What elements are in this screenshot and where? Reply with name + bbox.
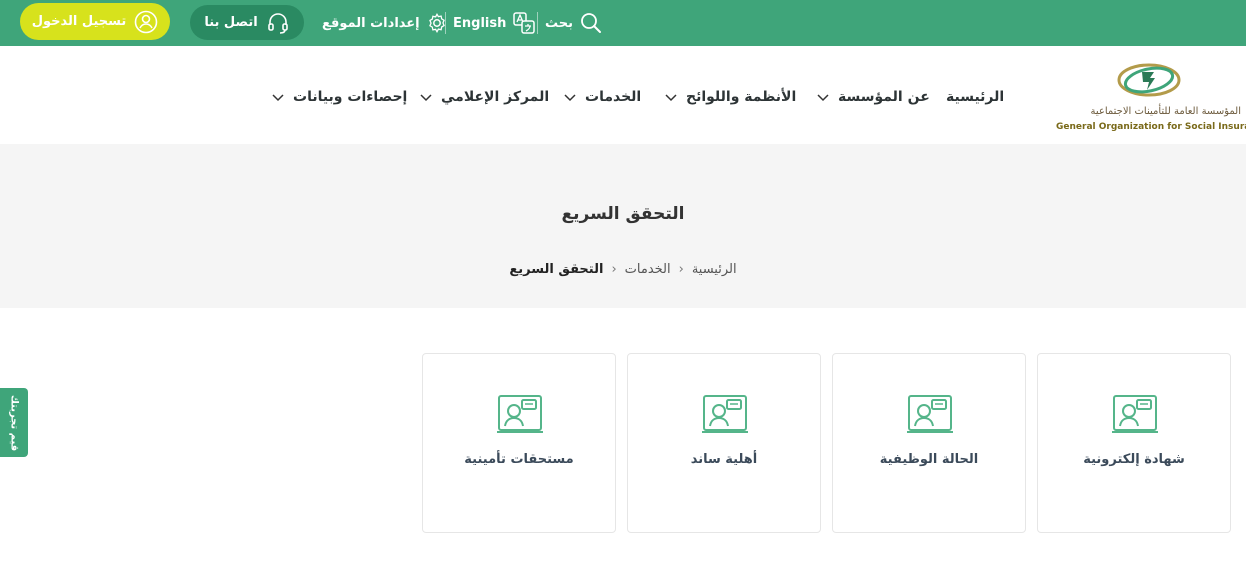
- card-label: الحالة الوظيفية: [879, 452, 979, 467]
- search-label: بحث: [545, 15, 574, 31]
- chevron-down-icon: [817, 94, 829, 102]
- breadcrumb-services[interactable]: الخدمات: [625, 262, 671, 277]
- service-card-employment-status[interactable]: الحالة الوظيفية: [832, 353, 1026, 533]
- nav-item-home[interactable]: الرئيسية: [946, 87, 1004, 107]
- nav-label: الأنظمة واللوائح: [686, 89, 797, 105]
- topbar-divider: [537, 12, 538, 34]
- customer-support-icon: [1112, 395, 1158, 433]
- chevron-down-icon: [665, 94, 677, 102]
- top-bar: تسجيل الدخول اتصل بنا إعدادات الموقع Eng…: [0, 0, 1246, 46]
- language-switch[interactable]: English: [453, 9, 536, 37]
- headset-icon: [267, 12, 288, 34]
- customer-support-icon: [702, 395, 748, 433]
- contact-label: اتصل بنا: [204, 15, 258, 30]
- contact-button[interactable]: اتصل بنا: [190, 5, 304, 40]
- search-link[interactable]: بحث: [545, 9, 603, 37]
- login-label: تسجيل الدخول: [31, 14, 127, 29]
- logo-emblem-icon: [1117, 63, 1181, 97]
- chevron-down-icon: [420, 94, 432, 102]
- breadcrumb: الرئيسية ‹ الخدمات ‹ التحقق السريع: [0, 262, 1246, 277]
- settings-label: إعدادات الموقع: [322, 15, 420, 31]
- feedback-tab[interactable]: قيم تجربتك: [0, 388, 28, 457]
- search-icon: [581, 13, 602, 33]
- logo-english-text: General Organization for Social Insuranc…: [1056, 122, 1246, 132]
- nav-label: المركز الإعلامي: [441, 89, 550, 105]
- site-settings-link[interactable]: إعدادات الموقع: [322, 9, 448, 37]
- nav-label: عن المؤسسة: [838, 89, 930, 105]
- card-label: مستحقات تأمينية: [464, 452, 574, 467]
- customer-support-icon: [907, 395, 953, 433]
- nav-label: الرئيسية: [946, 89, 1005, 105]
- page-header: التحقق السريع الرئيسية ‹ الخدمات ‹ التحق…: [0, 144, 1246, 308]
- chevron-down-icon: [272, 94, 284, 102]
- feedback-label: قيم تجربتك: [8, 394, 20, 451]
- translate-icon: [513, 12, 536, 34]
- main-navigation: إحصاءات وبيانات المركز الإعلامي الخدمات …: [0, 46, 1246, 144]
- login-button[interactable]: تسجيل الدخول: [20, 3, 170, 40]
- gosi-logo[interactable]: المؤسسة العامة للتأمينات الاجتماعية Gene…: [1050, 56, 1246, 136]
- nav-item-media-center[interactable]: المركز الإعلامي: [419, 87, 549, 107]
- chevron-left-icon: ‹: [611, 262, 617, 277]
- nav-item-statistics[interactable]: إحصاءات وبيانات: [271, 87, 407, 107]
- page-title: التحقق السريع: [561, 204, 685, 224]
- service-card-e-certificate[interactable]: شهادة إلكترونية: [1037, 353, 1231, 533]
- card-label: شهادة إلكترونية: [1083, 452, 1185, 467]
- card-label: أهلية ساند: [690, 452, 758, 467]
- nav-label: إحصاءات وبيانات: [293, 89, 408, 105]
- nav-label: الخدمات: [585, 89, 642, 105]
- service-card-insurance-dues[interactable]: مستحقات تأمينية: [422, 353, 616, 533]
- topbar-divider: [445, 12, 446, 34]
- nav-item-about[interactable]: عن المؤسسة: [816, 87, 930, 107]
- breadcrumb-current: التحقق السريع: [509, 262, 604, 277]
- nav-item-regulations[interactable]: الأنظمة واللوائح: [664, 87, 796, 107]
- breadcrumb-home[interactable]: الرئيسية: [692, 262, 737, 277]
- nav-item-services[interactable]: الخدمات: [563, 87, 641, 107]
- service-card-saned-eligibility[interactable]: أهلية ساند: [627, 353, 821, 533]
- chevron-down-icon: [564, 94, 576, 102]
- chevron-left-icon: ‹: [678, 262, 684, 277]
- customer-support-icon: [497, 395, 543, 433]
- user-icon: [134, 10, 158, 33]
- logo-arabic-text: المؤسسة العامة للتأمينات الاجتماعية: [1090, 106, 1241, 117]
- language-label: English: [453, 15, 507, 31]
